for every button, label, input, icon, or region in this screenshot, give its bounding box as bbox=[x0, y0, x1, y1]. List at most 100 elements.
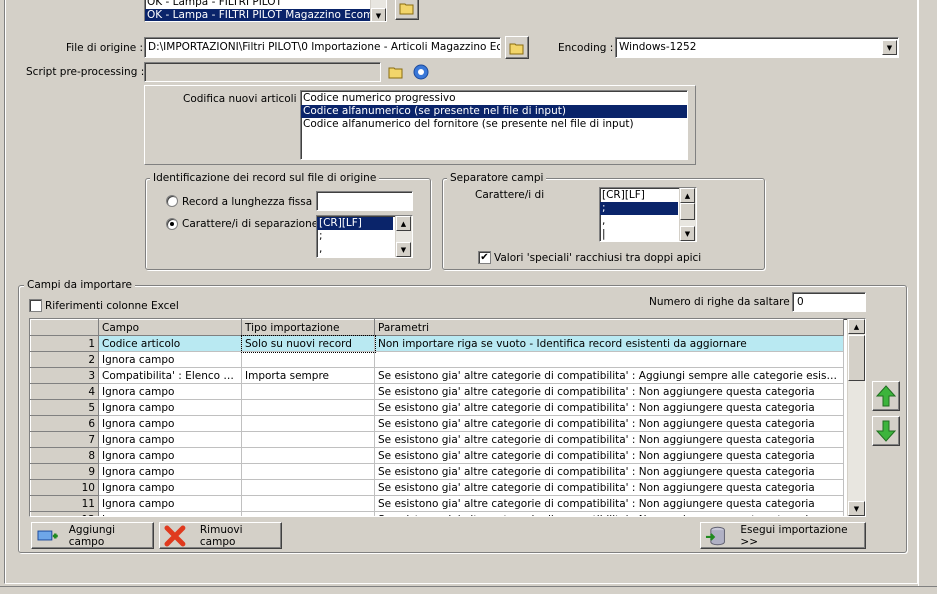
config-list-item[interactable]: OK - Lampa - FILTRI PILOT bbox=[145, 0, 386, 9]
fields-grid[interactable]: Campo Tipo importazione Parametri 1 Codic… bbox=[29, 318, 866, 517]
file-origine-value: D:\IMPORTAZIONI\Filtri PILOT\0 Importazi… bbox=[148, 41, 501, 53]
record-sep-list[interactable]: [CR][LF] ; , ▲ ▼ bbox=[316, 215, 413, 258]
codifica-item-selected[interactable]: Codice alfanumerico (se presente nel fil… bbox=[301, 105, 687, 118]
cell-parametri[interactable]: Se esistono gia' altre categorie di comp… bbox=[374, 463, 844, 480]
run-import-button[interactable]: Esegui importazione >> bbox=[700, 522, 866, 549]
cell-parametri[interactable]: Se esistono gia' altre categorie di comp… bbox=[374, 383, 844, 400]
cell-parametri[interactable]: Se esistono gia' altre categorie di comp… bbox=[374, 367, 844, 384]
cell-tipo[interactable] bbox=[241, 415, 375, 432]
table-row[interactable]: 3 Compatibilita' : Elenco co... Importa se… bbox=[30, 367, 844, 384]
scroll-thumb[interactable] bbox=[848, 335, 865, 381]
table-row[interactable]: 8 Ignora campo Se esistono gia' altre cate… bbox=[30, 447, 844, 464]
record-sep-item-selected[interactable]: [CR][LF] bbox=[317, 217, 393, 230]
radio-separator-label[interactable]: Carattere/i di separazione bbox=[182, 218, 318, 230]
table-row[interactable]: 11 Ignora campo Se esistono gia' altre cat… bbox=[30, 495, 844, 512]
cell-parametri[interactable]: Se esistono gia' altre categorie di comp… bbox=[374, 447, 844, 464]
cell-tipo[interactable] bbox=[241, 479, 375, 496]
field-sep-list[interactable]: [CR][LF] ; , | ▲ ▼ bbox=[599, 187, 697, 242]
cell-campo[interactable]: Ignora campo bbox=[98, 447, 242, 464]
cell-parametri[interactable]: Se esistono gia' altre categorie di comp… bbox=[374, 431, 844, 448]
cell-campo[interactable]: Ignora campo bbox=[98, 511, 242, 516]
cell-tipo[interactable] bbox=[241, 399, 375, 416]
table-row[interactable]: 2 Ignora campo bbox=[30, 351, 844, 368]
cell-parametri[interactable] bbox=[374, 351, 844, 368]
scroll-down-icon[interactable]: ▼ bbox=[396, 242, 411, 257]
table-row[interactable]: 6 Ignora campo Se esistono gia' altre cate… bbox=[30, 415, 844, 432]
cell-campo[interactable]: Codice articolo bbox=[98, 335, 242, 352]
move-down-button[interactable] bbox=[872, 416, 900, 446]
grid-scrollbar[interactable]: ▲ ▼ bbox=[847, 319, 865, 516]
special-values-label[interactable]: Valori 'speciali' racchiusi tra doppi ap… bbox=[494, 252, 701, 264]
cell-tipo[interactable] bbox=[241, 351, 375, 368]
codifica-item[interactable]: Codice numerico progressivo bbox=[301, 92, 687, 105]
browse-file-button[interactable] bbox=[505, 36, 529, 59]
cell-parametri[interactable]: Non importare riga se vuoto - Identifica… bbox=[374, 335, 844, 352]
cell-campo[interactable]: Compatibilita' : Elenco co... bbox=[98, 367, 242, 384]
column-header-tipo[interactable]: Tipo importazione bbox=[241, 319, 375, 336]
scroll-up-icon[interactable]: ▲ bbox=[848, 319, 865, 334]
config-list-item-selected[interactable]: OK - Lampa - FILTRI PILOT Magazzino Ecom… bbox=[145, 9, 371, 21]
chevron-down-icon[interactable]: ▼ bbox=[882, 40, 897, 55]
radio-separator[interactable] bbox=[166, 218, 178, 230]
special-values-checkbox[interactable]: ✔ bbox=[478, 251, 491, 264]
scroll-up-icon[interactable]: ▲ bbox=[396, 216, 411, 231]
table-row[interactable]: 4 Ignora campo Se esistono gia' altre cate… bbox=[30, 383, 844, 400]
file-origine-field[interactable]: D:\IMPORTAZIONI\Filtri PILOT\0 Importazi… bbox=[144, 37, 501, 58]
excel-columns-checkbox[interactable] bbox=[29, 299, 42, 312]
cell-campo[interactable]: Ignora campo bbox=[98, 431, 242, 448]
scroll-down-icon[interactable]: ▼ bbox=[680, 226, 695, 241]
cell-tipo[interactable]: Solo su nuovi record bbox=[240, 334, 376, 353]
cell-parametri[interactable]: Se esistono gia' altre categorie di comp… bbox=[374, 511, 844, 516]
table-row[interactable]: 7 Ignora campo Se esistono gia' altre cate… bbox=[30, 431, 844, 448]
radio-fixed-label[interactable]: Record a lunghezza fissa bbox=[182, 196, 312, 208]
cell-parametri[interactable]: Se esistono gia' altre categorie di comp… bbox=[374, 399, 844, 416]
cell-tipo[interactable]: Importa sempre bbox=[241, 367, 375, 384]
table-row[interactable]: 5 Ignora campo Se esistono gia' altre cate… bbox=[30, 399, 844, 416]
table-header-row: Campo Tipo importazione Parametri bbox=[30, 319, 844, 336]
cell-parametri[interactable]: Se esistono gia' altre categorie di comp… bbox=[374, 415, 844, 432]
table-row[interactable]: 12Ignora campo Se esistono gia' altre cat… bbox=[30, 511, 844, 516]
excel-columns-label[interactable]: Riferimenti colonne Excel bbox=[45, 300, 179, 312]
encoding-select[interactable]: Windows-1252 ▼ bbox=[615, 37, 899, 58]
config-list-scrollbar[interactable]: ▼ bbox=[370, 0, 386, 21]
cell-campo[interactable]: Ignora campo bbox=[98, 463, 242, 480]
table-row[interactable]: 9 Ignora campo Se esistono gia' altre cate… bbox=[30, 463, 844, 480]
scroll-up-icon[interactable]: ▲ bbox=[680, 188, 695, 203]
field-sep-item-selected[interactable]: ; bbox=[600, 202, 678, 215]
cell-tipo[interactable] bbox=[241, 463, 375, 480]
column-header-parametri[interactable]: Parametri bbox=[374, 319, 844, 336]
codifica-item[interactable]: Codice alfanumerico del fornitore (se pr… bbox=[301, 118, 687, 131]
record-sep-scrollbar[interactable]: ▲ ▼ bbox=[395, 216, 412, 257]
cell-campo[interactable]: Ignora campo bbox=[98, 415, 242, 432]
cell-campo[interactable]: Ignora campo bbox=[98, 399, 242, 416]
config-list[interactable]: OK - Lampa - FILTRI PILOT OK - Lampa - F… bbox=[144, 0, 387, 22]
table-row[interactable]: 10 Ignora campo Se esistono gia' altre cat… bbox=[30, 479, 844, 496]
field-sep-scrollbar[interactable]: ▲ ▼ bbox=[679, 188, 696, 241]
cell-tipo[interactable] bbox=[241, 495, 375, 512]
table-row[interactable]: 1 Codice articolo Solo su nuovi record Non … bbox=[30, 334, 844, 353]
move-up-button[interactable] bbox=[872, 381, 900, 411]
cell-campo[interactable]: Ignora campo bbox=[98, 479, 242, 496]
open-config-button[interactable] bbox=[395, 0, 419, 20]
fixed-length-input[interactable] bbox=[316, 191, 413, 211]
cell-tipo[interactable] bbox=[241, 511, 375, 516]
cell-tipo[interactable] bbox=[241, 383, 375, 400]
cell-campo[interactable]: Ignora campo bbox=[98, 351, 242, 368]
help-button[interactable] bbox=[411, 62, 431, 82]
scroll-thumb[interactable] bbox=[680, 203, 695, 220]
cell-tipo[interactable] bbox=[241, 447, 375, 464]
skip-rows-input[interactable]: 0 bbox=[792, 292, 866, 312]
scroll-down-icon[interactable]: ▼ bbox=[848, 501, 865, 516]
cell-parametri[interactable]: Se esistono gia' altre categorie di comp… bbox=[374, 479, 844, 496]
cell-campo[interactable]: Ignora campo bbox=[98, 383, 242, 400]
cell-tipo[interactable] bbox=[241, 431, 375, 448]
column-header-campo[interactable]: Campo bbox=[98, 319, 242, 336]
browse-script-button[interactable] bbox=[386, 62, 406, 82]
codifica-list[interactable]: Codice numerico progressivo Codice alfan… bbox=[300, 90, 688, 160]
scroll-down-icon[interactable]: ▼ bbox=[371, 8, 386, 21]
radio-fixed[interactable] bbox=[166, 195, 178, 207]
cell-campo[interactable]: Ignora campo bbox=[98, 495, 242, 512]
cell-parametri[interactable]: Se esistono gia' altre categorie di comp… bbox=[374, 495, 844, 512]
add-field-button[interactable]: Aggiungi campo bbox=[31, 522, 154, 549]
remove-field-button[interactable]: Rimuovi campo bbox=[159, 522, 282, 549]
